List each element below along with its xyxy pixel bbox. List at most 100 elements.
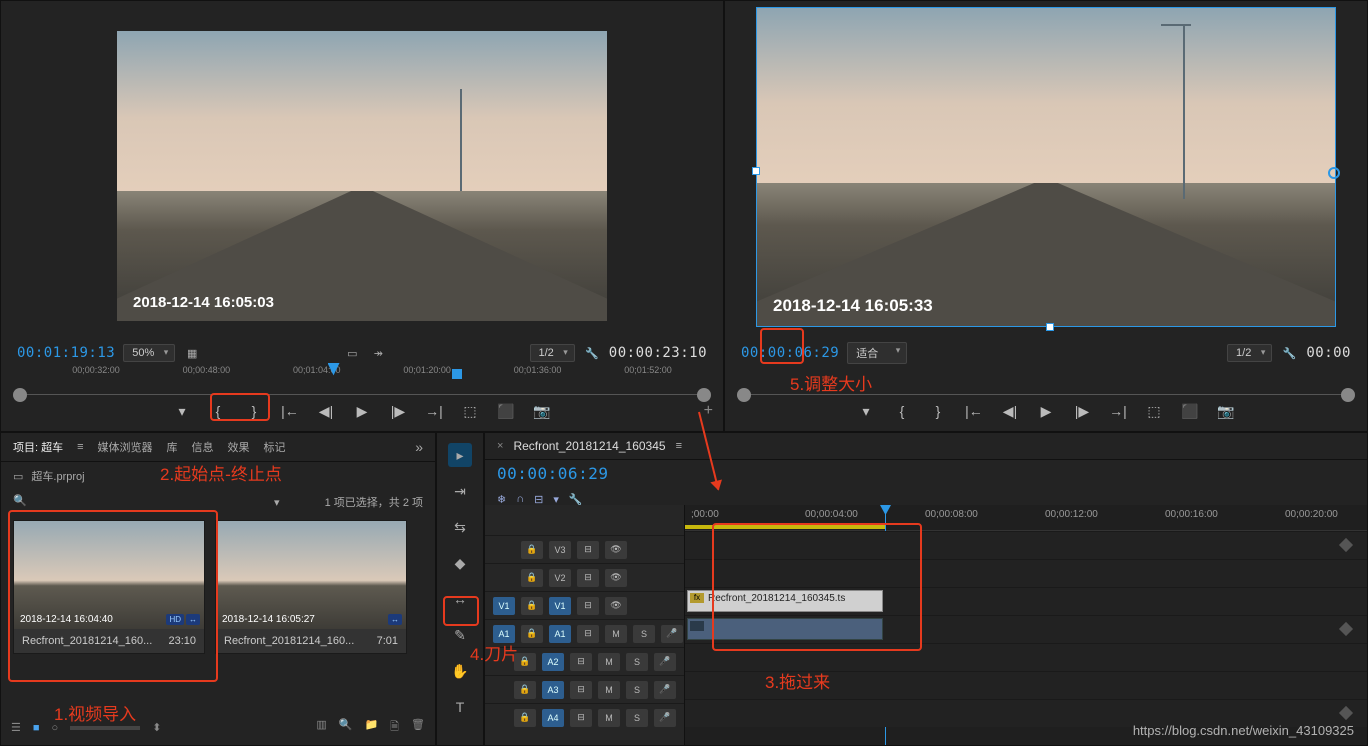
tab-libraries[interactable]: 库	[167, 439, 178, 455]
add-marker-button[interactable]: ▾	[172, 401, 192, 421]
solo-icon[interactable]: S	[626, 681, 648, 699]
lock-icon[interactable]	[521, 541, 543, 559]
type-tool[interactable]: T	[448, 695, 472, 719]
voiceover-icon[interactable]: 🎤	[661, 625, 683, 643]
freeform-view-icon[interactable]: ○	[52, 722, 59, 734]
step-back-button[interactable]: ◀|	[1000, 401, 1020, 421]
lock-icon[interactable]	[514, 681, 536, 699]
track-header-v1[interactable]: V1 V1 ⊟ 👁	[485, 591, 684, 619]
razor-tool[interactable]: ◆	[448, 551, 472, 575]
track-label[interactable]: V3	[549, 541, 571, 559]
out-point-marker[interactable]	[452, 369, 462, 379]
solo-icon[interactable]: S	[633, 625, 655, 643]
resize-handle-s[interactable]	[1046, 323, 1054, 331]
ripple-edit-tool[interactable]: ⇆	[448, 515, 472, 539]
source-timecode-left[interactable]: 00:01:19:13	[17, 345, 115, 361]
source-video[interactable]: 2018-12-14 16:05:03	[117, 31, 607, 321]
anchor-handle[interactable]	[1328, 167, 1340, 179]
track-label[interactable]: A2	[542, 653, 564, 671]
step-back-button[interactable]: ◀|	[316, 401, 336, 421]
track-v1[interactable]: fx Recfront_20181214_160345.ts	[685, 587, 1367, 615]
search-icon[interactable]: 🔍	[13, 494, 29, 510]
project-filename[interactable]: 超车.prproj	[31, 468, 84, 484]
tab-menu-icon[interactable]: ≡	[77, 441, 83, 453]
mute-icon[interactable]: M	[598, 681, 620, 699]
track-header-a4[interactable]: A4 ⊟ M S 🎤	[485, 703, 684, 731]
mark-out-button[interactable]: }	[928, 401, 948, 421]
track-label[interactable]: A4	[542, 709, 564, 727]
slip-tool[interactable]: ↔	[448, 587, 472, 611]
program-video[interactable]: 2018-12-14 16:05:33	[756, 7, 1336, 327]
track-a3[interactable]	[685, 671, 1367, 699]
zoom-slider[interactable]	[70, 726, 140, 730]
track-area[interactable]: ;00:00 00;00:04:00 00;00:08:00 00;00:12:…	[685, 505, 1367, 745]
track-header-a1[interactable]: A1 A1 ⊟ M S 🎤	[485, 619, 684, 647]
mute-icon[interactable]: M	[598, 653, 620, 671]
sequence-menu-icon[interactable]: ≡	[676, 440, 682, 452]
track-header-v3[interactable]: V3 ⊟ 👁	[485, 535, 684, 563]
overflow-icon[interactable]: »	[415, 439, 423, 455]
overwrite-button[interactable]: ⬛	[496, 401, 516, 421]
tab-media-browser[interactable]: 媒体浏览器	[98, 439, 153, 455]
work-area-bar[interactable]	[685, 525, 885, 529]
go-to-in-button[interactable]: |←	[280, 401, 300, 421]
extract-button[interactable]: ⬛	[1180, 401, 1200, 421]
trash-icon[interactable]: 🗑	[411, 718, 425, 737]
export-frame-button[interactable]: 📷	[532, 401, 552, 421]
mark-in-button[interactable]: {	[892, 401, 912, 421]
drag-video-icon[interactable]: ▭	[343, 347, 361, 360]
resize-handle-w[interactable]	[752, 167, 760, 175]
clip-card-1[interactable]: 2018-12-14 16:04:40 HD↔ Recfront_2018121…	[13, 520, 205, 654]
selection-tool[interactable]: ▸	[448, 443, 472, 467]
list-view-icon[interactable]: ☰	[11, 721, 21, 734]
track-header-v2[interactable]: V2 ⊟ 👁	[485, 563, 684, 591]
toggle-output-icon[interactable]: ⊟	[577, 569, 599, 587]
track-header-a3[interactable]: A3 ⊟ M S 🎤	[485, 675, 684, 703]
voiceover-icon[interactable]: 🎤	[654, 709, 676, 727]
solo-icon[interactable]: S	[626, 709, 648, 727]
sort-icon[interactable]: ⬍	[152, 721, 161, 734]
hand-tool[interactable]: ✋	[448, 659, 472, 683]
add-marker-button[interactable]: ▾	[856, 401, 876, 421]
source-ruler[interactable]: 00;00:32:00 00;00:48:00 00;01:04:00 00;0…	[1, 365, 723, 395]
folder-icon[interactable]: ▾	[274, 496, 280, 509]
settings-icon[interactable]: 🔧	[1280, 347, 1298, 360]
toggle-output-icon[interactable]: ⊟	[570, 653, 592, 671]
go-to-in-button[interactable]: |←	[964, 401, 984, 421]
track-a1[interactable]	[685, 615, 1367, 643]
lock-icon[interactable]	[521, 597, 543, 615]
icon-view-icon[interactable]: ■	[33, 722, 40, 734]
settings-icon[interactable]: 🔧	[583, 347, 601, 360]
voiceover-icon[interactable]: 🎤	[654, 681, 676, 699]
lock-icon[interactable]	[521, 625, 543, 643]
track-select-tool[interactable]: ⇥	[448, 479, 472, 503]
track-a2[interactable]	[685, 643, 1367, 671]
program-ruler[interactable]	[725, 365, 1367, 395]
track-label[interactable]: V2	[549, 569, 571, 587]
mark-in-button[interactable]: {	[208, 401, 228, 421]
toggle-output-icon[interactable]: ⊟	[570, 709, 592, 727]
sequence-name[interactable]: Recfront_20181214_160345	[513, 439, 665, 453]
aspect-icon[interactable]: ▦	[183, 347, 201, 360]
step-fwd-button[interactable]: |▶	[1072, 401, 1092, 421]
go-to-out-button[interactable]: →|	[424, 401, 444, 421]
go-to-out-button[interactable]: →|	[1108, 401, 1128, 421]
automate-icon[interactable]: ▥	[316, 718, 326, 737]
source-res-dropdown[interactable]: 1/2	[530, 344, 575, 362]
voiceover-icon[interactable]: 🎤	[654, 653, 676, 671]
lock-icon[interactable]	[521, 569, 543, 587]
new-bin-icon[interactable]: 📁	[364, 718, 378, 737]
source-zoom-dropdown[interactable]: 50%	[123, 344, 175, 362]
source-patch[interactable]: V1	[493, 597, 515, 615]
track-v2[interactable]	[685, 559, 1367, 587]
solo-icon[interactable]: S	[626, 653, 648, 671]
close-sequence-icon[interactable]: ×	[497, 440, 503, 452]
source-patch[interactable]: A1	[493, 625, 515, 643]
timeline-timecode[interactable]: 00:00:06:29	[497, 464, 608, 483]
eye-icon[interactable]: 👁	[605, 541, 627, 559]
play-button[interactable]: ▶	[352, 401, 372, 421]
drag-audio-icon[interactable]: ↠	[369, 347, 387, 360]
lock-icon[interactable]	[514, 653, 536, 671]
program-timecode-left[interactable]: 00:00:06:29	[741, 345, 839, 361]
program-fit-dropdown[interactable]: 适合	[847, 342, 907, 364]
